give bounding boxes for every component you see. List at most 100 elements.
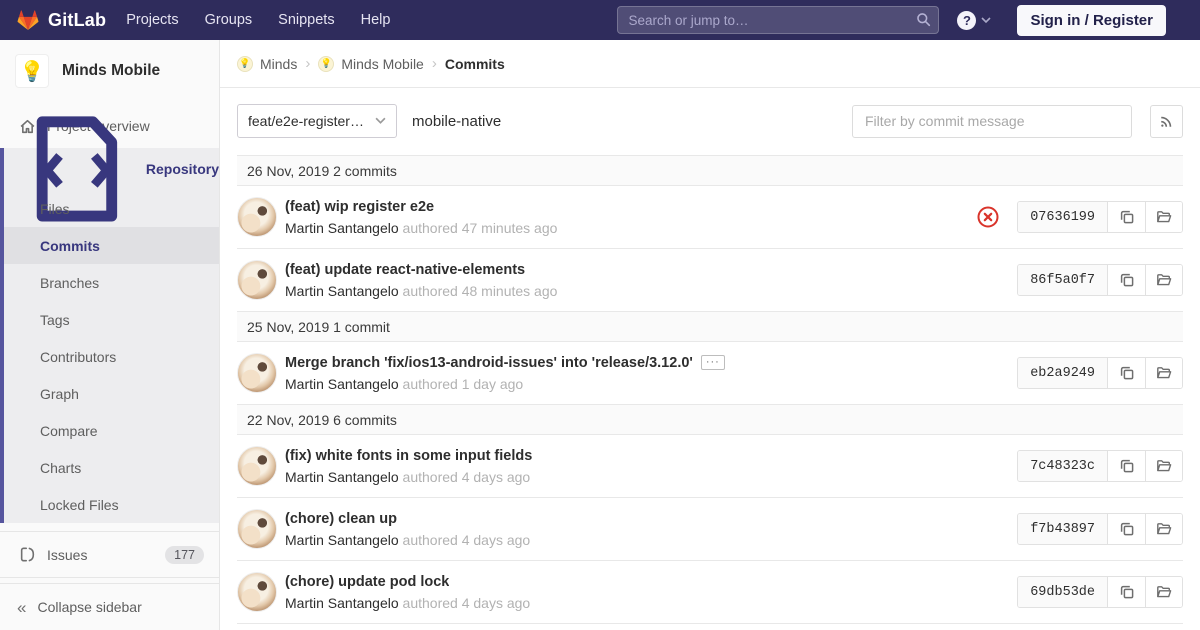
sidebar-item-issues[interactable]: Issues 177 xyxy=(0,531,219,578)
commit-authored-time: authored 4 days ago xyxy=(402,468,531,485)
branch-selector-dropdown[interactable]: feat/e2e-register… xyxy=(237,104,397,138)
rss-icon xyxy=(1161,116,1172,127)
sign-in-register-button[interactable]: Sign in / Register xyxy=(1017,4,1166,36)
help-menu[interactable]: ? xyxy=(957,10,992,30)
user-avatar[interactable] xyxy=(237,446,277,486)
commits-feed-button[interactable] xyxy=(1150,104,1183,138)
project-avatar: 💡 xyxy=(15,54,49,88)
browse-files-button[interactable] xyxy=(1145,577,1182,607)
commit-title-link[interactable]: (fix) white fonts in some input fields xyxy=(285,448,532,464)
user-avatar[interactable] xyxy=(237,260,277,300)
breadcrumb-current: Commits xyxy=(444,55,505,72)
main-content: 💡 Minds › 💡 Minds Mobile › Commits feat/… xyxy=(220,40,1200,630)
brand-name: GitLab xyxy=(48,9,107,30)
folder-icon xyxy=(1157,211,1172,223)
copy-sha-button[interactable] xyxy=(1108,202,1145,232)
nav-projects[interactable]: Projects xyxy=(126,12,178,28)
project-header[interactable]: 💡 Minds Mobile xyxy=(0,40,219,104)
copy-icon xyxy=(1120,210,1133,224)
breadcrumb-separator: › xyxy=(305,55,311,72)
commit-sha[interactable]: 7c48323c xyxy=(1018,451,1108,481)
commit-author-link[interactable]: Martin Santangelo xyxy=(285,220,399,236)
sidebar-item-contributors[interactable]: Contributors xyxy=(4,338,219,375)
commit-author-link[interactable]: Martin Santangelo xyxy=(285,376,399,392)
user-avatar[interactable] xyxy=(237,353,277,393)
sidebar-item-graph[interactable]: Graph xyxy=(4,375,219,412)
global-search xyxy=(617,6,940,34)
browse-files-button[interactable] xyxy=(1145,514,1182,544)
copy-icon xyxy=(1120,585,1133,599)
commit-sha[interactable]: f7b43897 xyxy=(1018,514,1108,544)
copy-icon xyxy=(1120,459,1133,473)
sidebar-item-repository[interactable]: Repository xyxy=(4,116,219,222)
nav-help[interactable]: Help xyxy=(361,12,391,28)
pipeline-failed-icon[interactable] xyxy=(977,206,999,228)
folder-icon xyxy=(1157,367,1172,379)
document-icon xyxy=(36,116,118,222)
commit-sha-group: 69db53de xyxy=(1017,576,1183,608)
commit-sha-group: 07636199 xyxy=(1017,201,1183,233)
commit-row: (chore) clean up Martin Santangelo autho… xyxy=(237,498,1183,561)
project-name: Minds Mobile xyxy=(62,62,161,79)
commit-title-link[interactable]: (feat) update react-native-elements xyxy=(285,262,525,278)
breadcrumb-item-minds[interactable]: 💡 Minds xyxy=(237,55,297,72)
commit-author-link[interactable]: Martin Santangelo xyxy=(285,283,399,299)
browse-files-button[interactable] xyxy=(1145,358,1182,388)
commit-author-link[interactable]: Martin Santangelo xyxy=(285,532,399,548)
commit-row: (fix) white fonts in some input fields M… xyxy=(237,435,1183,498)
commit-sha[interactable]: 86f5a0f7 xyxy=(1018,265,1108,295)
copy-icon xyxy=(1120,522,1133,536)
commit-title-link[interactable]: (chore) clean up xyxy=(285,511,397,527)
commit-title-link[interactable]: (feat) wip register e2e xyxy=(285,199,434,215)
commit-authored-time: authored 4 days ago xyxy=(402,594,531,611)
browse-files-button[interactable] xyxy=(1145,265,1182,295)
collapse-chevrons-icon: « xyxy=(17,597,27,617)
commit-list: 26 Nov, 2019 2 commits (feat) wip regist… xyxy=(237,155,1183,624)
sidebar-item-branches[interactable]: Branches xyxy=(4,264,219,301)
nav-snippets[interactable]: Snippets xyxy=(278,12,334,28)
commit-date-header: 25 Nov, 2019 1 commit xyxy=(237,312,1183,342)
commit-filter-input[interactable] xyxy=(852,104,1132,138)
copy-sha-button[interactable] xyxy=(1108,358,1145,388)
user-avatar[interactable] xyxy=(237,509,277,549)
project-avatar-small: 💡 xyxy=(318,55,335,72)
sidebar-item-tags[interactable]: Tags xyxy=(4,301,219,338)
top-navbar: GitLab Projects Groups Snippets Help ? S… xyxy=(0,0,1200,40)
commit-title-link[interactable]: (chore) update pod lock xyxy=(285,574,449,590)
user-avatar[interactable] xyxy=(237,197,277,237)
browse-files-button[interactable] xyxy=(1145,451,1182,481)
folder-icon xyxy=(1157,586,1172,598)
commit-sha[interactable]: 69db53de xyxy=(1018,577,1108,607)
sidebar-item-compare[interactable]: Compare xyxy=(4,412,219,449)
commit-row: (feat) wip register e2e Martin Santangel… xyxy=(237,186,1183,249)
copy-sha-button[interactable] xyxy=(1108,451,1145,481)
commit-sha[interactable]: 07636199 xyxy=(1018,202,1108,232)
search-icon xyxy=(917,13,931,27)
sidebar-item-charts[interactable]: Charts xyxy=(4,449,219,486)
breadcrumb-item-minds-mobile[interactable]: 💡 Minds Mobile xyxy=(318,55,424,72)
commits-controls: feat/e2e-register… mobile-native xyxy=(237,104,1183,138)
folder-icon xyxy=(1157,460,1172,472)
commit-author-link[interactable]: Martin Santangelo xyxy=(285,595,399,611)
nav-groups[interactable]: Groups xyxy=(205,12,253,28)
commit-description-expander[interactable]: ··· xyxy=(700,355,725,370)
gitlab-logo[interactable]: GitLab xyxy=(16,8,106,32)
copy-sha-button[interactable] xyxy=(1108,514,1145,544)
commit-title-link[interactable]: Merge branch 'fix/ios13-android-issues' … xyxy=(285,355,693,371)
group-avatar: 💡 xyxy=(237,55,253,72)
commit-sha-group: eb2a9249 xyxy=(1017,357,1183,389)
gitlab-fox-icon xyxy=(17,10,39,30)
commit-row: (chore) update pod lock Martin Santangel… xyxy=(237,561,1183,624)
commit-authored-time: authored 1 day ago xyxy=(402,375,524,392)
user-avatar[interactable] xyxy=(237,572,277,612)
collapse-sidebar-button[interactable]: « Collapse sidebar xyxy=(0,583,219,630)
search-input[interactable] xyxy=(617,6,940,34)
commit-author-link[interactable]: Martin Santangelo xyxy=(285,469,399,485)
sidebar-item-commits[interactable]: Commits xyxy=(4,227,219,264)
commit-row: Merge branch 'fix/ios13-android-issues' … xyxy=(237,342,1183,405)
sidebar-item-locked-files[interactable]: Locked Files xyxy=(4,486,219,523)
commit-sha[interactable]: eb2a9249 xyxy=(1018,358,1108,388)
browse-files-button[interactable] xyxy=(1145,202,1182,232)
copy-sha-button[interactable] xyxy=(1108,577,1145,607)
copy-sha-button[interactable] xyxy=(1108,265,1145,295)
